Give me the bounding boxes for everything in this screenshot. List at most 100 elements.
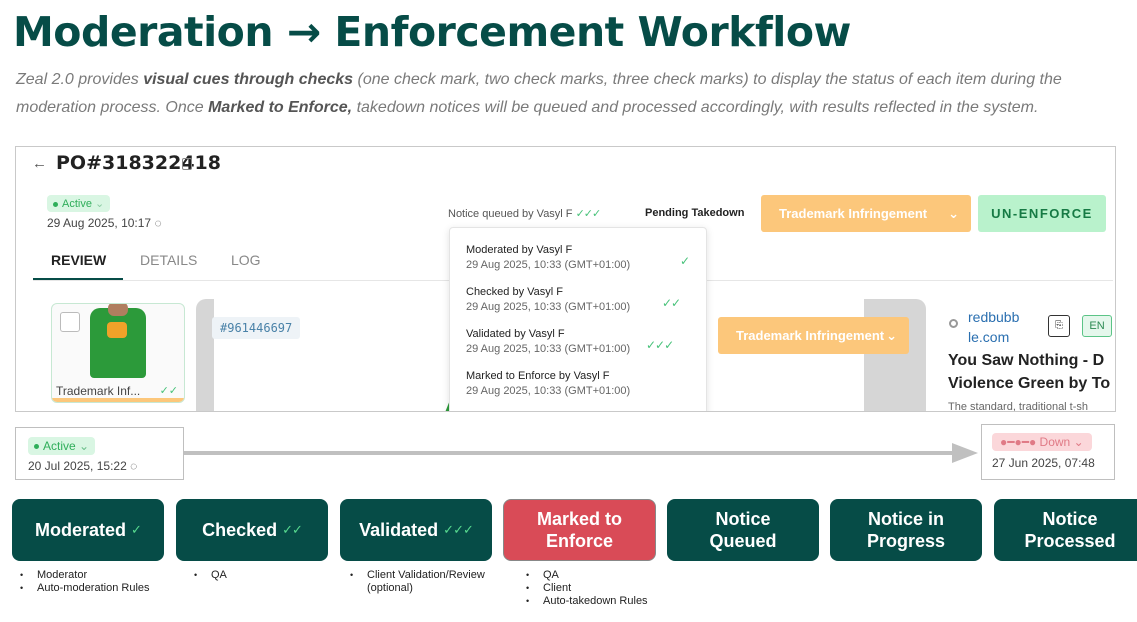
active-badge-label: Active <box>43 439 76 453</box>
stage-label: Notice Queued <box>709 509 777 551</box>
tshirt-image <box>90 308 146 378</box>
trademark-infringement-dropdown-2[interactable]: Trademark Infringement ⌄ <box>718 317 909 354</box>
stage-label: Marked to Enforce <box>536 509 623 551</box>
history-item-name: Checked by Vasyl F <box>466 286 564 298</box>
language-badge[interactable]: EN <box>1082 315 1112 337</box>
model-head <box>108 304 128 316</box>
listing-title: You Saw Nothing - D Violence Green by To <box>948 349 1115 395</box>
single-check-icon: ✓ <box>131 522 142 537</box>
marked-to-enforce-bullets: QA Client Auto-takedown Rules <box>522 569 648 608</box>
stage-marked-to-enforce: Marked to Enforce <box>503 499 656 561</box>
checked-bullets: QA <box>190 569 227 582</box>
app-screenshot: ← PO#318322418 Active ⌄ 29 Aug 2025, 10:… <box>15 146 1116 412</box>
chevron-down-icon: ⌄ <box>948 206 959 221</box>
refresh-icon: ◌ <box>130 459 138 473</box>
stage-moderated: Moderated ✓ <box>12 499 164 561</box>
status-badge[interactable]: Active ⌄ <box>47 195 111 212</box>
bullet-item: QA <box>190 569 227 582</box>
history-item-time: 29 Aug 2025, 10:33 (GMT+01:00) <box>466 385 631 397</box>
status-history-dropdown: Moderated by Vasyl F 29 Aug 2025, 10:33 … <box>449 227 707 411</box>
double-check-icon: ✓✓ <box>282 522 303 537</box>
stage-notice-in-progress: Notice in Progress <box>830 499 982 561</box>
stage-validated: Validated ✓✓✓ <box>340 499 492 561</box>
timeline-start-box: Active ⌄ 20 Jul 2025, 15:22 ◌ <box>15 427 184 480</box>
stage-notice-queued: Notice Queued <box>667 499 819 561</box>
trademark-infringement-dropdown[interactable]: Trademark Infringement ⌄ <box>761 195 971 232</box>
single-check-icon: ✓ <box>680 254 690 268</box>
source-link[interactable]: redbubb le.com <box>968 307 1019 347</box>
chevron-down-icon: ⌄ <box>79 439 90 453</box>
chevron-down-icon: ⌄ <box>95 198 105 210</box>
stage-label: Notice in Progress <box>866 509 946 551</box>
down-badge[interactable]: ●━●━● Down ⌄ <box>992 433 1092 451</box>
stage-label: Notice Processed <box>1024 509 1116 551</box>
timeline-end-date: 27 Jun 2025, 07:48 <box>992 456 1095 470</box>
bullet-item: QA <box>522 569 648 582</box>
intro-text-1: Zeal 2.0 provides <box>16 71 144 88</box>
active-tab-indicator <box>33 278 123 280</box>
status-date-text: 29 Aug 2025, 10:17 <box>47 216 152 230</box>
history-item-validated: Validated by Vasyl F 29 Aug 2025, 10:33 … <box>466 328 630 355</box>
notice-status-text: Notice queued by Vasyl F <box>448 208 573 220</box>
refresh-icon[interactable]: ◌ <box>154 216 161 230</box>
back-arrow-icon[interactable]: ← <box>32 155 47 172</box>
history-item-name: Moderated by Vasyl F <box>466 244 573 256</box>
history-item-time: 29 Aug 2025, 10:33 (GMT+01:00) <box>466 301 631 313</box>
intro-bold-1: visual cues through checks <box>143 71 354 88</box>
history-item-checked: Checked by Vasyl F 29 Aug 2025, 10:33 (G… <box>466 286 630 313</box>
history-item-time: 29 Aug 2025, 10:33 (GMT+01:00) <box>466 343 631 355</box>
stage-checked: Checked ✓✓ <box>176 499 328 561</box>
timeline-start-date-text: 20 Jul 2025, 15:22 <box>28 459 127 473</box>
intro-text-3: takedown notices will be queued and proc… <box>352 99 1039 116</box>
pending-takedown-label: Pending Takedown <box>645 207 745 219</box>
bullet-item: Auto-takedown Rules <box>522 595 648 608</box>
bullet-item: Auto-moderation Rules <box>16 582 150 595</box>
history-item-name: Validated by Vasyl F <box>466 328 565 340</box>
timeline-end-box: ●━●━● Down ⌄ 27 Jun 2025, 07:48 <box>981 424 1115 480</box>
active-badge[interactable]: Active ⌄ <box>28 437 96 455</box>
item-id-tag[interactable]: #961446697 <box>212 317 301 339</box>
un-enforce-button[interactable]: UN-ENFORCE <box>978 195 1106 232</box>
tab-log[interactable]: LOG <box>231 252 261 268</box>
source-link-line-1: redbubb <box>968 309 1020 325</box>
tab-review[interactable]: REVIEW <box>51 252 106 268</box>
double-check-icon: ✓✓ <box>159 385 178 397</box>
timeline-arrow-line <box>184 451 956 455</box>
status-dot-icon <box>53 201 58 207</box>
copy-icon[interactable] <box>182 158 192 170</box>
down-badge-label: Down <box>1039 435 1071 449</box>
triple-check-icon: ✓✓✓ <box>646 338 674 352</box>
history-item-marked-to-enforce: Marked to Enforce by Vasyl F 29 Aug 2025… <box>466 370 630 397</box>
history-item-time: 29 Aug 2025, 10:33 (GMT+01:00) <box>466 259 631 271</box>
page-title: Moderation → Enforcement Workflow <box>13 8 851 56</box>
stage-label: Checked <box>202 520 278 540</box>
source-link-line-2: le.com <box>968 329 1010 345</box>
image-frame-left <box>196 299 214 411</box>
status-date: 29 Aug 2025, 10:17 ◌ <box>47 216 162 230</box>
thumbnail-label: Trademark Inf... <box>56 384 141 398</box>
notice-status: Notice queued by Vasyl F ✓✓✓ <box>448 207 602 220</box>
bullet-item: Client Validation/Review (optional) <box>346 569 506 595</box>
document-icon[interactable]: ⎘ <box>1048 315 1070 337</box>
chevron-down-icon: ⌄ <box>1073 435 1084 449</box>
intro-bold-2: Marked to Enforce, <box>208 99 353 116</box>
connection-icon: ●━●━● <box>1000 435 1037 449</box>
moderated-bullets: Moderator Auto-moderation Rules <box>16 569 150 595</box>
timeline-start-date: 20 Jul 2025, 15:22 ◌ <box>28 459 137 473</box>
bullet-item: Client <box>522 582 648 595</box>
stage-label: Moderated <box>35 520 127 540</box>
listing-title-line-1: You Saw Nothing - D <box>948 352 1105 369</box>
select-checkbox[interactable] <box>60 312 80 332</box>
product-thumbnail[interactable]: Trademark Inf... ✓✓ <box>51 303 185 403</box>
history-item-moderated: Moderated by Vasyl F 29 Aug 2025, 10:33 … <box>466 244 630 271</box>
intro-paragraph: Zeal 2.0 provides visual cues through ch… <box>16 66 1124 122</box>
tab-details[interactable]: DETAILS <box>140 252 197 268</box>
trademark-button-label: Trademark Infringement <box>779 206 928 221</box>
triple-check-icon: ✓✓✓ <box>443 522 474 537</box>
triple-check-icon: ✓✓✓ <box>575 208 602 220</box>
shirt-artwork <box>107 322 127 338</box>
image-frame-right <box>864 299 926 411</box>
stage-notice-processed: Notice Processed <box>994 499 1137 561</box>
listing-title-line-2: Violence Green by To <box>948 375 1111 392</box>
globe-icon <box>949 319 958 328</box>
